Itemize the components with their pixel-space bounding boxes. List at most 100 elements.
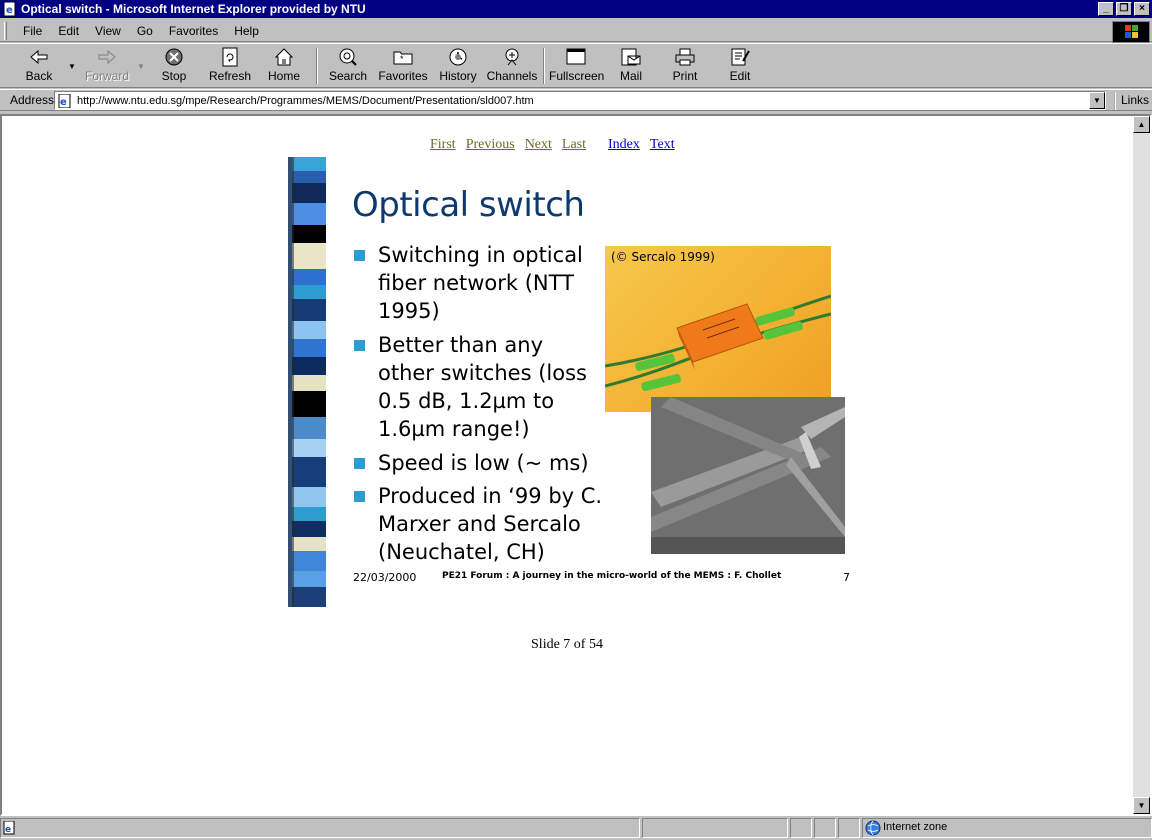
ie-page-icon: e — [58, 93, 71, 108]
nav-first-link[interactable]: First — [430, 137, 456, 152]
refresh-button[interactable]: Refresh — [205, 46, 255, 86]
status-pane — [790, 818, 812, 838]
mail-button[interactable]: Mail — [609, 46, 653, 86]
back-dropdown-icon[interactable]: ▼ — [68, 62, 76, 71]
standard-toolbar: Back ▼ Forward ▼ Stop Refresh Home Searc… — [0, 43, 1152, 88]
nav-next-link[interactable]: Next — [525, 137, 552, 152]
address-label: Address — [10, 93, 55, 107]
stop-button[interactable]: Stop — [152, 46, 196, 86]
bullet-square-icon — [354, 458, 365, 469]
bullet-square-icon — [354, 340, 365, 351]
minimize-button[interactable]: _ — [1098, 2, 1114, 16]
close-button[interactable]: × — [1134, 2, 1150, 16]
nav-text-link[interactable]: Text — [650, 137, 675, 152]
home-button[interactable]: Home — [262, 46, 306, 86]
windows-logo-throbber — [1112, 21, 1150, 43]
forward-arrow-icon — [98, 49, 116, 65]
menu-favorites[interactable]: Favorites — [161, 24, 226, 38]
nav-previous-link[interactable]: Previous — [466, 137, 515, 152]
window-title: Optical switch - Microsoft Internet Expl… — [21, 2, 366, 16]
forward-button[interactable]: Forward — [80, 46, 134, 86]
toolbar-separator — [316, 48, 318, 84]
photo-caption: (© Sercalo 1999) — [611, 250, 715, 264]
bullet-square-icon — [354, 250, 365, 261]
address-dropdown-icon[interactable]: ▼ — [1089, 92, 1105, 109]
svg-text:e: e — [6, 5, 13, 16]
slide-navigation: First Previous Next Last Index Text — [430, 137, 685, 153]
page-viewport: First Previous Next Last Index Text Opti… — [0, 114, 1152, 816]
security-zone-label: Internet zone — [883, 821, 948, 833]
links-button[interactable]: Links — [1114, 92, 1149, 110]
menu-help[interactable]: Help — [226, 24, 267, 38]
bullet-item: Better than any other switches (loss 0.5… — [354, 331, 604, 443]
decorative-stripe — [288, 157, 326, 607]
forward-dropdown-icon[interactable]: ▼ — [137, 62, 145, 71]
title-bar: e Optical switch - Microsoft Internet Ex… — [0, 0, 1152, 18]
svg-text:e: e — [5, 825, 11, 835]
favorites-button[interactable]: * Favorites — [376, 46, 430, 86]
stop-icon — [165, 48, 183, 66]
restore-button[interactable]: ❐ — [1116, 2, 1132, 16]
nav-index-link[interactable]: Index — [608, 137, 640, 152]
slide-image: Optical switch Switching in optical fibe… — [272, 157, 850, 609]
menu-edit[interactable]: Edit — [50, 24, 87, 38]
refresh-icon — [222, 47, 238, 67]
address-bar: Address e http://www.ntu.edu.sg/mpe/Rese… — [0, 89, 1152, 111]
switch-device-photo: (© Sercalo 1999) — [605, 246, 831, 412]
address-url: http://www.ntu.edu.sg/mpe/Research/Progr… — [77, 94, 534, 107]
menu-grip[interactable] — [4, 21, 7, 40]
printer-icon — [675, 48, 695, 66]
svg-text:*: * — [400, 54, 404, 64]
channels-button[interactable]: Channels — [486, 46, 538, 86]
slide-title: Optical switch — [352, 185, 585, 225]
edit-page-icon — [731, 48, 750, 66]
toolbar-separator — [543, 48, 545, 84]
svg-text:e: e — [60, 97, 67, 108]
edit-button[interactable]: Edit — [718, 46, 762, 86]
sem-micrograph-illustration — [651, 397, 845, 554]
back-button[interactable]: Back — [14, 46, 64, 86]
status-bar: e Internet zone — [0, 816, 1152, 840]
slide-footer-title: PE21 Forum : A journey in the micro-worl… — [442, 571, 782, 581]
back-arrow-icon — [30, 49, 48, 65]
menu-file[interactable]: File — [15, 24, 50, 38]
favorites-folder-icon: * — [393, 51, 413, 65]
slide-footer-date: 22/03/2000 — [353, 571, 417, 584]
status-pane — [814, 818, 836, 838]
security-zone-pane: Internet zone — [862, 818, 1152, 838]
windows-logo-icon — [1125, 25, 1138, 38]
bullet-item: Speed is low (~ ms) — [354, 449, 604, 477]
internet-globe-icon — [865, 820, 881, 836]
status-pane — [838, 818, 860, 838]
slide-footer-number: 7 — [843, 571, 850, 584]
optical-switch-device-illustration — [605, 294, 831, 392]
status-progress-pane — [642, 818, 788, 838]
nav-last-link[interactable]: Last — [562, 137, 586, 152]
history-button[interactable]: History — [436, 46, 480, 86]
search-button[interactable]: Search — [326, 46, 370, 86]
mail-icon — [621, 48, 641, 66]
menu-view[interactable]: View — [87, 24, 129, 38]
ie-page-icon: e — [3, 821, 15, 835]
sem-micrograph-photo — [651, 397, 845, 554]
fullscreen-button[interactable]: Fullscreen — [549, 46, 604, 86]
print-button[interactable]: Print — [663, 46, 707, 86]
slide-counter: Slide 7 of 54 — [531, 637, 603, 652]
ie-page-icon: e — [3, 1, 16, 17]
history-icon — [449, 48, 467, 66]
menu-bar: File Edit View Go Favorites Help — [0, 20, 1152, 43]
bullet-item: Switching in optical fiber network (NTT … — [354, 241, 604, 325]
vertical-scrollbar[interactable]: ▲ ▼ — [1133, 116, 1150, 814]
scroll-down-icon[interactable]: ▼ — [1133, 797, 1150, 814]
menu-go[interactable]: Go — [129, 24, 161, 38]
browser-window: e Optical switch - Microsoft Internet Ex… — [0, 0, 1152, 840]
bullet-square-icon — [354, 491, 365, 502]
scroll-up-icon[interactable]: ▲ — [1133, 116, 1150, 133]
bullet-item: Produced in ‘99 by C. Marxer and Sercalo… — [354, 482, 604, 566]
status-text-pane: e — [0, 818, 640, 838]
fullscreen-icon — [566, 48, 586, 65]
channels-satellite-icon — [505, 48, 519, 66]
address-input[interactable]: e http://www.ntu.edu.sg/mpe/Research/Pro… — [54, 91, 1106, 110]
home-icon — [274, 48, 294, 66]
window-controls: _ ❐ × — [1098, 2, 1150, 16]
